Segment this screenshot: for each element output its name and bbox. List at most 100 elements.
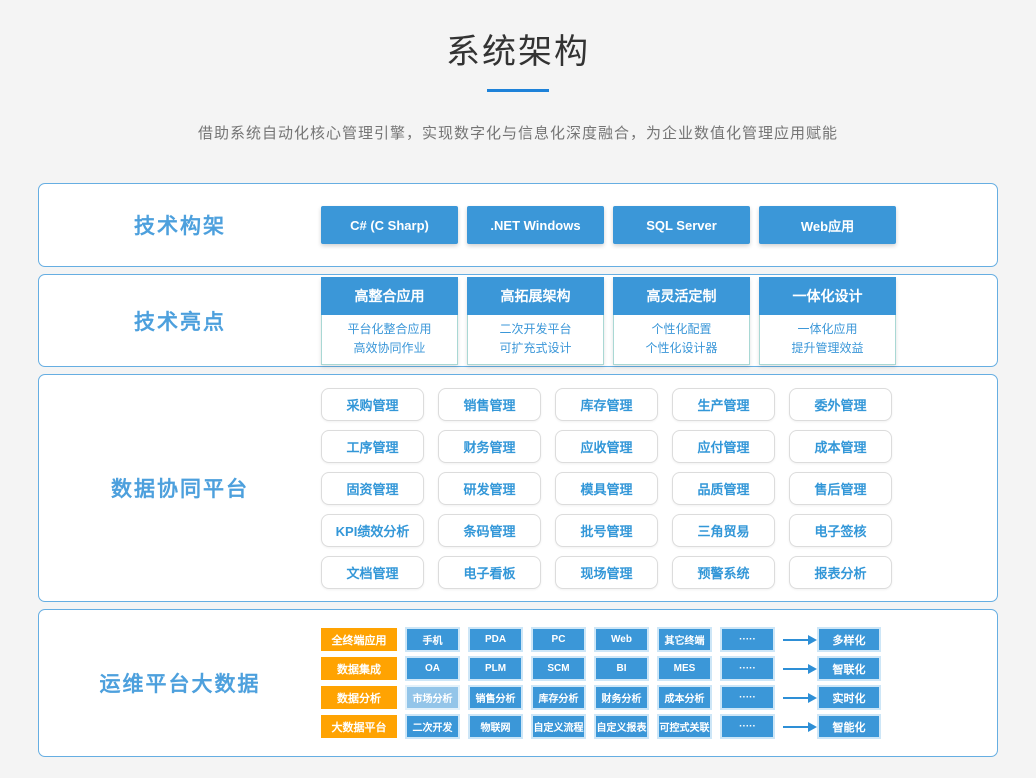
ops-cell: PDA <box>468 627 523 652</box>
arrow-right-icon <box>783 668 809 670</box>
module-button-kpi[interactable]: KPI绩效分析 <box>321 514 424 547</box>
highlight-card-flexibility: 高灵活定制 个性化配置 个性化设计器 <box>613 277 750 365</box>
module-button-barcode[interactable]: 条码管理 <box>438 514 541 547</box>
ops-cell: 可控式关联 <box>657 714 712 739</box>
ops-cell: 物联网 <box>468 714 523 739</box>
module-button-cost[interactable]: 成本管理 <box>789 430 892 463</box>
module-button-payables[interactable]: 应付管理 <box>672 430 775 463</box>
ops-cell: MES <box>657 656 712 681</box>
ops-cell: 手机 <box>405 627 460 652</box>
tech-button-dotnet-windows[interactable]: .NET Windows <box>467 206 604 244</box>
module-button-process[interactable]: 工序管理 <box>321 430 424 463</box>
ops-result-badge: 实时化 <box>817 685 881 710</box>
module-button-documents[interactable]: 文档管理 <box>321 556 424 589</box>
module-button-report-analysis[interactable]: 报表分析 <box>789 556 892 589</box>
ops-cell: 其它终端 <box>657 627 712 652</box>
module-button-fixed-assets[interactable]: 固资管理 <box>321 472 424 505</box>
highlight-card-title: 一体化设计 <box>759 277 896 315</box>
section-label-tech-highlights: 技术亮点 <box>39 306 321 336</box>
tech-button-csharp[interactable]: C# (C Sharp) <box>321 206 458 244</box>
ops-category-badge: 大数据平台 <box>321 715 397 738</box>
module-button-triangle-trade[interactable]: 三角贸易 <box>672 514 775 547</box>
arrow-right-icon <box>783 697 809 699</box>
tech-button-sql-server[interactable]: SQL Server <box>613 206 750 244</box>
highlight-card-title: 高拓展架构 <box>467 277 604 315</box>
module-button-finance[interactable]: 财务管理 <box>438 430 541 463</box>
ops-cell: 财务分析 <box>594 685 649 710</box>
ops-cell: 成本分析 <box>657 685 712 710</box>
section-data-platform: 数据协同平台 采购管理 销售管理 库存管理 生产管理 委外管理 工序管理 财务管… <box>38 374 998 602</box>
section-tech-highlights: 技术亮点 高整合应用 平台化整合应用 高效协同作业 高拓展架构 二次开发平台 可… <box>38 274 998 367</box>
ops-cell-ellipsis: ····· <box>720 656 775 681</box>
module-button-after-sales[interactable]: 售后管理 <box>789 472 892 505</box>
ops-cell-ellipsis: ····· <box>720 714 775 739</box>
section-ops-platform: 运维平台大数据 全终端应用 手机 PDA PC Web 其它终端 ····· 多… <box>38 609 998 757</box>
ops-result-badge: 智联化 <box>817 656 881 681</box>
page-subtitle: 借助系统自动化核心管理引擎，实现数字化与信息化深度融合，为企业数值化管理应用赋能 <box>0 122 1036 143</box>
page-header: 系统架构 借助系统自动化核心管理引擎，实现数字化与信息化深度融合，为企业数值化管… <box>0 0 1036 143</box>
highlight-line: 个性化设计器 <box>614 339 749 358</box>
ops-cell-ellipsis: ····· <box>720 627 775 652</box>
ops-cell: PC <box>531 627 586 652</box>
ops-cell: 销售分析 <box>468 685 523 710</box>
highlight-card-body: 个性化配置 个性化设计器 <box>613 315 750 365</box>
ops-row-bigdata: 大数据平台 二次开发 物联网 自定义流程 自定义报表 可控式关联 ····· 智… <box>321 714 881 739</box>
module-button-quality[interactable]: 品质管理 <box>672 472 775 505</box>
module-grid: 采购管理 销售管理 库存管理 生产管理 委外管理 工序管理 财务管理 应收管理 … <box>321 388 892 589</box>
tech-buttons-row: C# (C Sharp) .NET Windows SQL Server Web… <box>321 206 896 244</box>
ops-rows: 全终端应用 手机 PDA PC Web 其它终端 ····· 多样化 数据集成 … <box>321 627 881 739</box>
module-button-shopfloor[interactable]: 现场管理 <box>555 556 658 589</box>
ops-cell: 自定义报表 <box>594 714 649 739</box>
highlight-line: 二次开发平台 <box>468 320 603 339</box>
module-button-receivables[interactable]: 应收管理 <box>555 430 658 463</box>
highlight-card-title: 高整合应用 <box>321 277 458 315</box>
ops-row-analysis: 数据分析 市场分析 销售分析 库存分析 财务分析 成本分析 ····· 实时化 <box>321 685 881 710</box>
module-button-inventory[interactable]: 库存管理 <box>555 388 658 421</box>
tech-button-web-app[interactable]: Web应用 <box>759 206 896 244</box>
ops-result-badge: 智能化 <box>817 714 881 739</box>
highlight-line: 提升管理效益 <box>760 339 895 358</box>
module-button-e-signature[interactable]: 电子签核 <box>789 514 892 547</box>
arrow-right-icon <box>783 639 809 641</box>
module-button-outsourcing[interactable]: 委外管理 <box>789 388 892 421</box>
highlight-line: 个性化配置 <box>614 320 749 339</box>
ops-cell-ellipsis: ····· <box>720 685 775 710</box>
ops-cell: OA <box>405 656 460 681</box>
ops-cell: 自定义流程 <box>531 714 586 739</box>
ops-row-terminals: 全终端应用 手机 PDA PC Web 其它终端 ····· 多样化 <box>321 627 881 652</box>
highlight-line: 高效协同作业 <box>322 339 457 358</box>
ops-category-badge: 数据集成 <box>321 657 397 680</box>
section-label-ops-platform: 运维平台大数据 <box>39 668 321 698</box>
ops-cell: BI <box>594 656 649 681</box>
section-tech-framework: 技术构架 C# (C Sharp) .NET Windows SQL Serve… <box>38 183 998 267</box>
ops-category-badge: 全终端应用 <box>321 628 397 651</box>
module-button-purchasing[interactable]: 采购管理 <box>321 388 424 421</box>
ops-cell: 库存分析 <box>531 685 586 710</box>
highlight-cards-row: 高整合应用 平台化整合应用 高效协同作业 高拓展架构 二次开发平台 可扩充式设计… <box>321 277 896 365</box>
ops-cell: SCM <box>531 656 586 681</box>
highlight-card-extensibility: 高拓展架构 二次开发平台 可扩充式设计 <box>467 277 604 365</box>
module-button-mold[interactable]: 模具管理 <box>555 472 658 505</box>
ops-cell: Web <box>594 627 649 652</box>
section-label-data-platform: 数据协同平台 <box>39 473 321 503</box>
ops-cell: PLM <box>468 656 523 681</box>
module-button-alert-system[interactable]: 预警系统 <box>672 556 775 589</box>
sections-container: 技术构架 C# (C Sharp) .NET Windows SQL Serve… <box>38 183 998 757</box>
module-button-batch[interactable]: 批号管理 <box>555 514 658 547</box>
module-button-production[interactable]: 生产管理 <box>672 388 775 421</box>
module-button-rnd[interactable]: 研发管理 <box>438 472 541 505</box>
ops-cell: 市场分析 <box>405 685 460 710</box>
ops-row-integration: 数据集成 OA PLM SCM BI MES ····· 智联化 <box>321 656 881 681</box>
ops-result-badge: 多样化 <box>817 627 881 652</box>
highlight-card-all-in-one: 一体化设计 一体化应用 提升管理效益 <box>759 277 896 365</box>
module-button-sales[interactable]: 销售管理 <box>438 388 541 421</box>
page-title: 系统架构 <box>0 24 1036 73</box>
highlight-card-title: 高灵活定制 <box>613 277 750 315</box>
highlight-card-body: 平台化整合应用 高效协同作业 <box>321 315 458 365</box>
highlight-card-body: 一体化应用 提升管理效益 <box>759 315 896 365</box>
module-button-e-kanban[interactable]: 电子看板 <box>438 556 541 589</box>
highlight-line: 一体化应用 <box>760 320 895 339</box>
highlight-line: 可扩充式设计 <box>468 339 603 358</box>
section-label-tech-framework: 技术构架 <box>39 210 321 240</box>
ops-category-badge: 数据分析 <box>321 686 397 709</box>
